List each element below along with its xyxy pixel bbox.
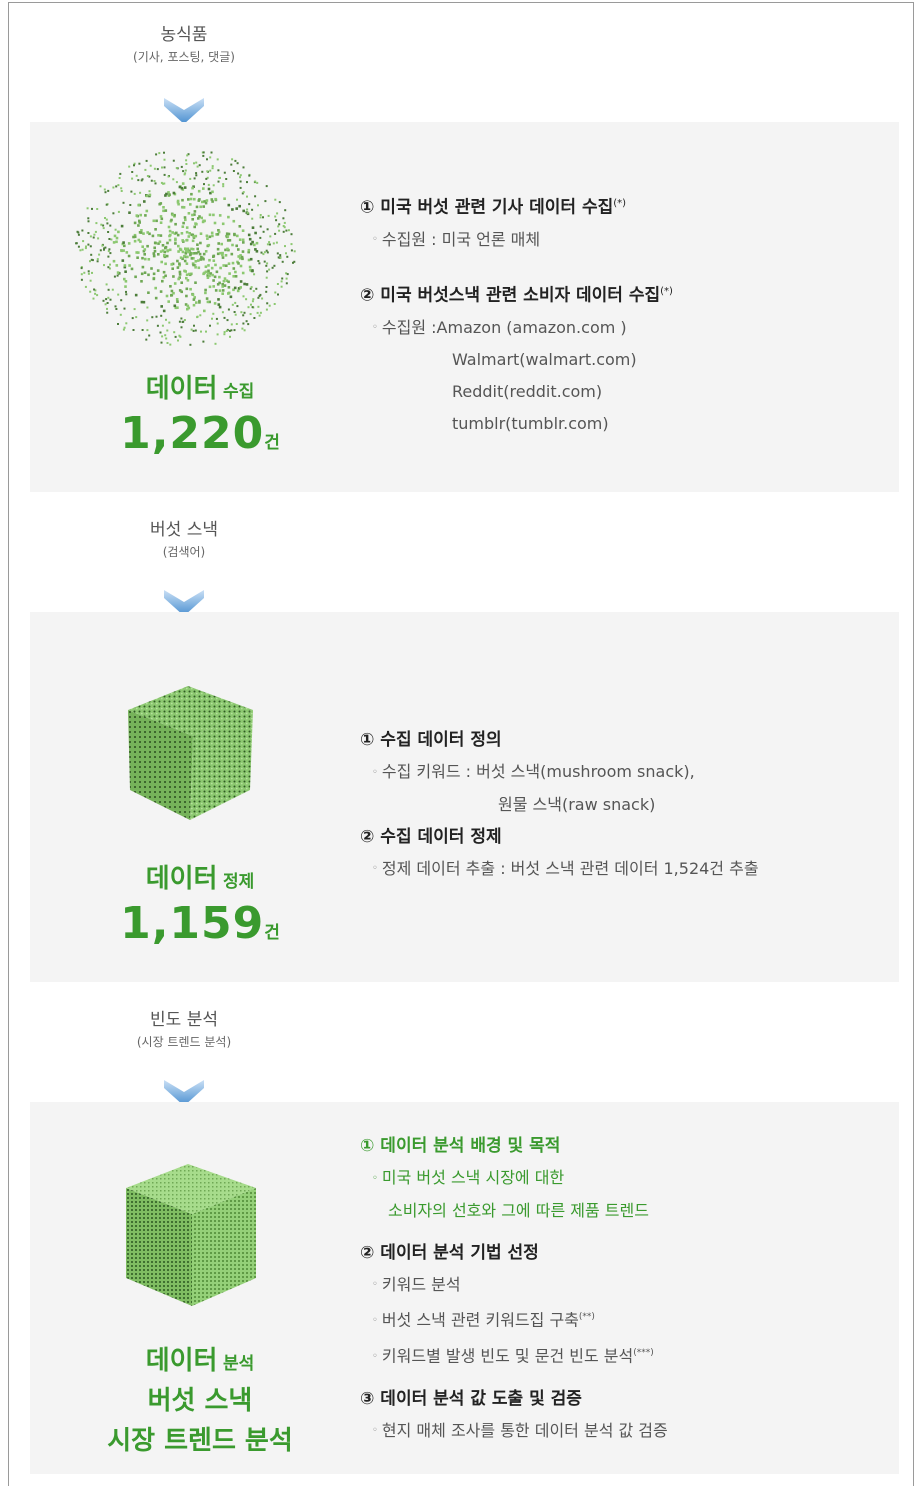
stage3-title-small: 분석 <box>223 1354 255 1374</box>
stage3-label-main: 빈도 분석 <box>150 1010 218 1030</box>
stage1-title: 데이터 수집 <box>100 368 300 405</box>
stage3-label: 빈도 분석 (시장 트렌드 분석) <box>84 1005 284 1050</box>
scattered-data-cloud-icon <box>75 151 296 346</box>
rough-data-cube-icon <box>128 686 253 820</box>
stage2-item2-line: ◦ 정제 데이터 추출 : 버섯 스낵 관련 데이터 1,524건 추출 <box>372 858 759 878</box>
stage1-item1-heading: ① 미국 버섯 관련 기사 데이터 수집(*) <box>360 197 627 218</box>
stage2-title-small: 정제 <box>223 872 255 892</box>
refined-data-cube-icon <box>126 1164 256 1306</box>
stage3-item2-line: ◦ 키워드별 발생 빈도 및 문건 빈도 분석(***) <box>372 1346 654 1366</box>
stage3-title-line2: 버섯 스낵 <box>147 1386 253 1416</box>
stage3-item3-line: ◦ 현지 매체 조사를 통한 데이터 분석 값 검증 <box>372 1420 668 1440</box>
stage3-title: 데이터 분석 <box>100 1340 300 1377</box>
stage1-title-big: 데이터 <box>145 374 218 404</box>
stage2-label: 버섯 스낵 (검색어) <box>84 515 284 560</box>
stage2-info: ① 수집 데이터 정의 ◦ 수집 키워드 : 버섯 스낵(mushroom sna… <box>360 724 759 885</box>
stage2-item1-heading: ① 수집 데이터 정의 <box>360 730 502 750</box>
stage1-info: ① 미국 버섯 관련 기사 데이터 수집(*) ◦ 수집원 : 미국 언론 매체 … <box>360 188 673 440</box>
stage2-title: 데이터 정제 <box>100 858 300 895</box>
stage1-item2-heading: ② 미국 버섯스낵 관련 소비자 데이터 수집(*) <box>360 285 673 306</box>
stage1-label: 농식품 (기사, 포스팅, 댓글) <box>84 20 284 65</box>
stage2-item2-heading: ② 수집 데이터 정제 <box>360 826 502 847</box>
stage3-info: ① 데이터 분석 배경 및 목적 ◦ 미국 버섯 스낵 시장에 대한 소비자의 선… <box>360 1130 668 1447</box>
stage3-title-big: 데이터 <box>145 1346 218 1376</box>
stage2-count-number: 1,159 <box>120 898 265 949</box>
stage1-item2-source: tumblr(tumblr.com) <box>452 414 609 434</box>
stage1-item2-source: Walmart(walmart.com) <box>452 350 637 370</box>
stage3-item2-line: ◦ 키워드 분석 <box>372 1274 461 1294</box>
stage3-item2-line: ◦ 버섯 스낵 관련 키워드집 구축(**) <box>372 1310 595 1330</box>
stage2-count: 1,159건 <box>100 898 300 949</box>
stage3-item2-heading: ② 데이터 분석 기법 선정 <box>360 1242 539 1263</box>
stage3-item3-heading: ③ 데이터 분석 값 도출 및 검증 <box>360 1388 582 1409</box>
stage2-title-big: 데이터 <box>145 864 218 894</box>
stage2-label-main: 버섯 스낵 <box>150 520 218 540</box>
stage1-item2-line: ◦ 수집원 :Amazon (amazon.com ) <box>372 317 627 337</box>
stage1-item2-source: Reddit(reddit.com) <box>452 382 603 402</box>
stage3-item1-line: ◦ 미국 버섯 스낵 시장에 대한 <box>372 1168 565 1187</box>
stage2-item1-line: ◦ 수집 키워드 : 버섯 스낵(mushroom snack), <box>372 762 695 781</box>
stage1-count-number: 1,220 <box>120 408 265 459</box>
stage3-title-line3: 시장 트렌드 분석 <box>107 1426 293 1456</box>
stage2-label-sub: (검색어) <box>162 545 206 559</box>
stage3-label-sub: (시장 트렌드 분석) <box>136 1035 232 1049</box>
stage2-item1-line2: 원물 스낵(raw snack) <box>498 794 656 814</box>
stage3-item1-heading: ① 데이터 분석 배경 및 목적 <box>360 1136 561 1156</box>
stage1-count: 1,220건 <box>100 408 300 459</box>
stage1-title-small: 수집 <box>223 382 255 402</box>
stage1-label-main: 농식품 <box>160 25 208 45</box>
stage1-label-sub: (기사, 포스팅, 댓글) <box>133 50 235 64</box>
stage2-count-unit: 건 <box>264 923 280 943</box>
stage1-item1-line: ◦ 수집원 : 미국 언론 매체 <box>372 229 541 249</box>
stage3-item1-line2: 소비자의 선호와 그에 따른 제품 트렌드 <box>388 1200 649 1220</box>
stage1-count-unit: 건 <box>264 433 280 453</box>
